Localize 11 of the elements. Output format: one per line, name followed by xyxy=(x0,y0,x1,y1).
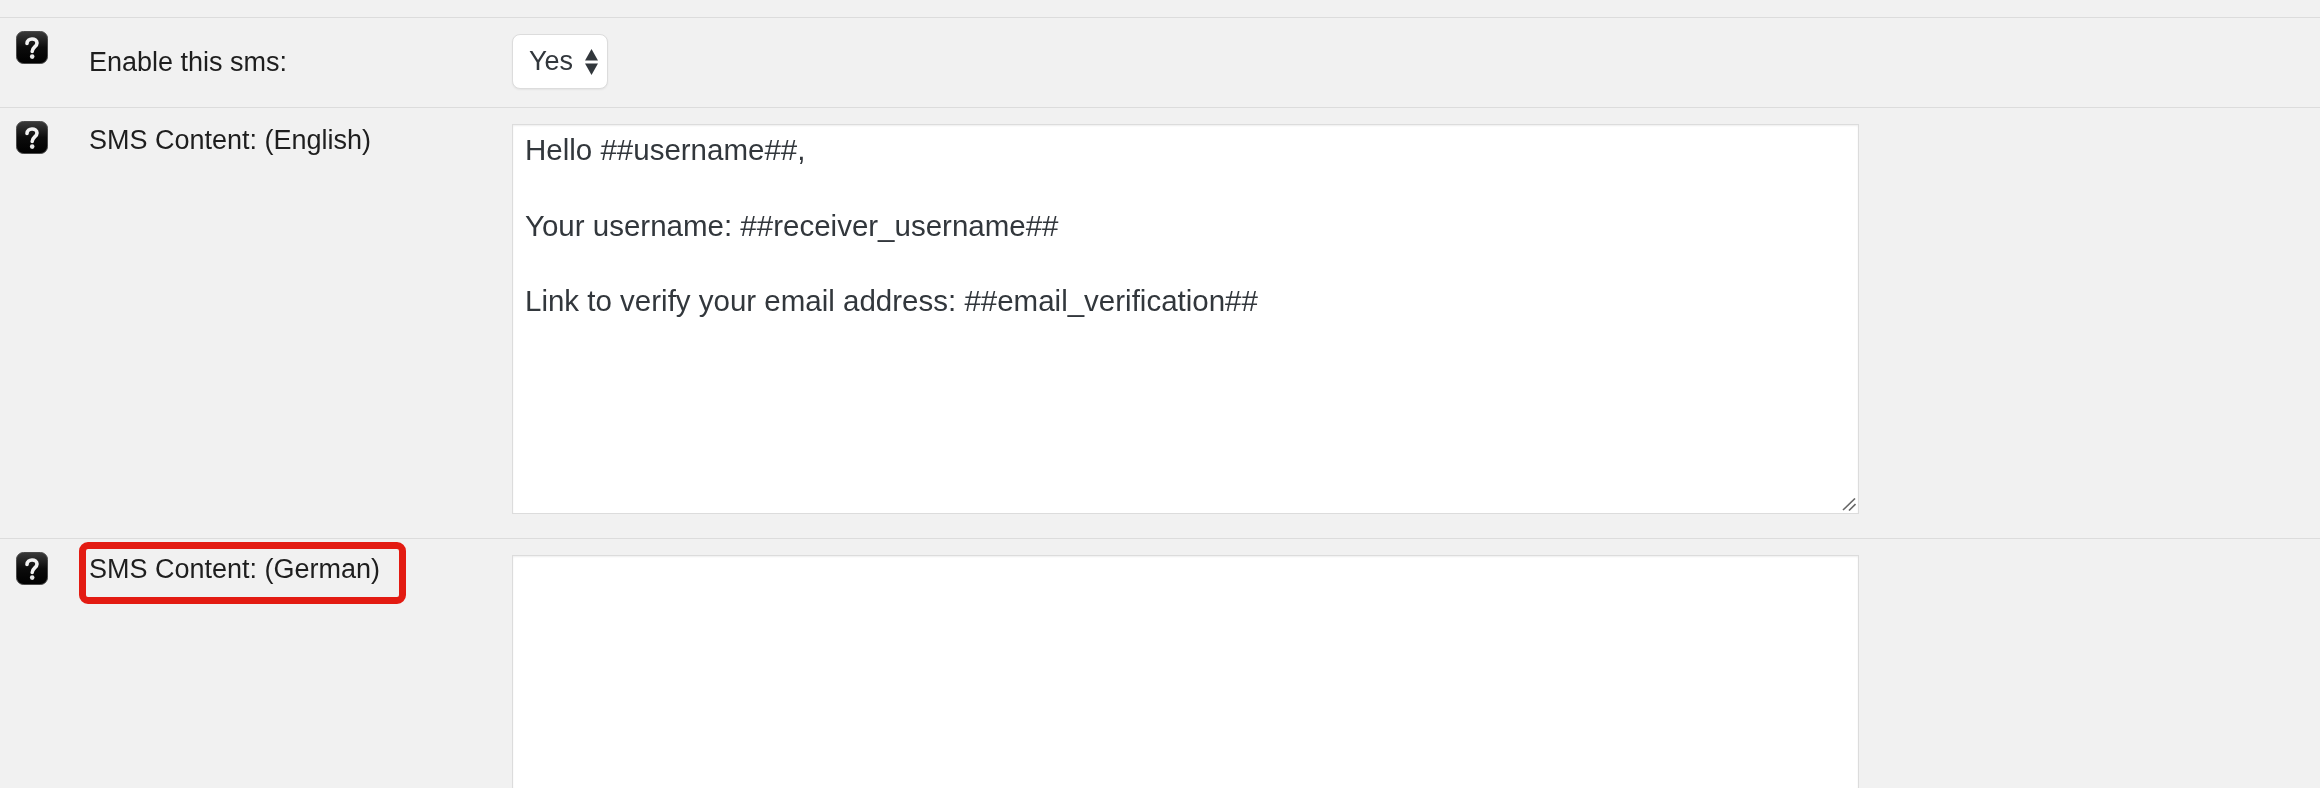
text-area-field[interactable] xyxy=(512,555,1859,788)
help-icon[interactable] xyxy=(16,31,48,64)
select-dropdown[interactable]: Yes xyxy=(512,34,609,89)
help-icon[interactable] xyxy=(16,552,48,585)
up-down-caret-icon xyxy=(585,48,599,75)
field-label: SMS Content: (German) xyxy=(89,553,381,586)
help-icon[interactable] xyxy=(16,121,48,154)
field-label: SMS Content: (English) xyxy=(89,124,372,157)
field-label: Enable this sms: xyxy=(89,46,288,79)
text-area-field[interactable]: Hello ##username##, Your username: ##receiver_username## Link to verify your email address: ##email_verification## xyxy=(512,124,1859,514)
resize-grip-icon[interactable] xyxy=(1842,498,1856,511)
